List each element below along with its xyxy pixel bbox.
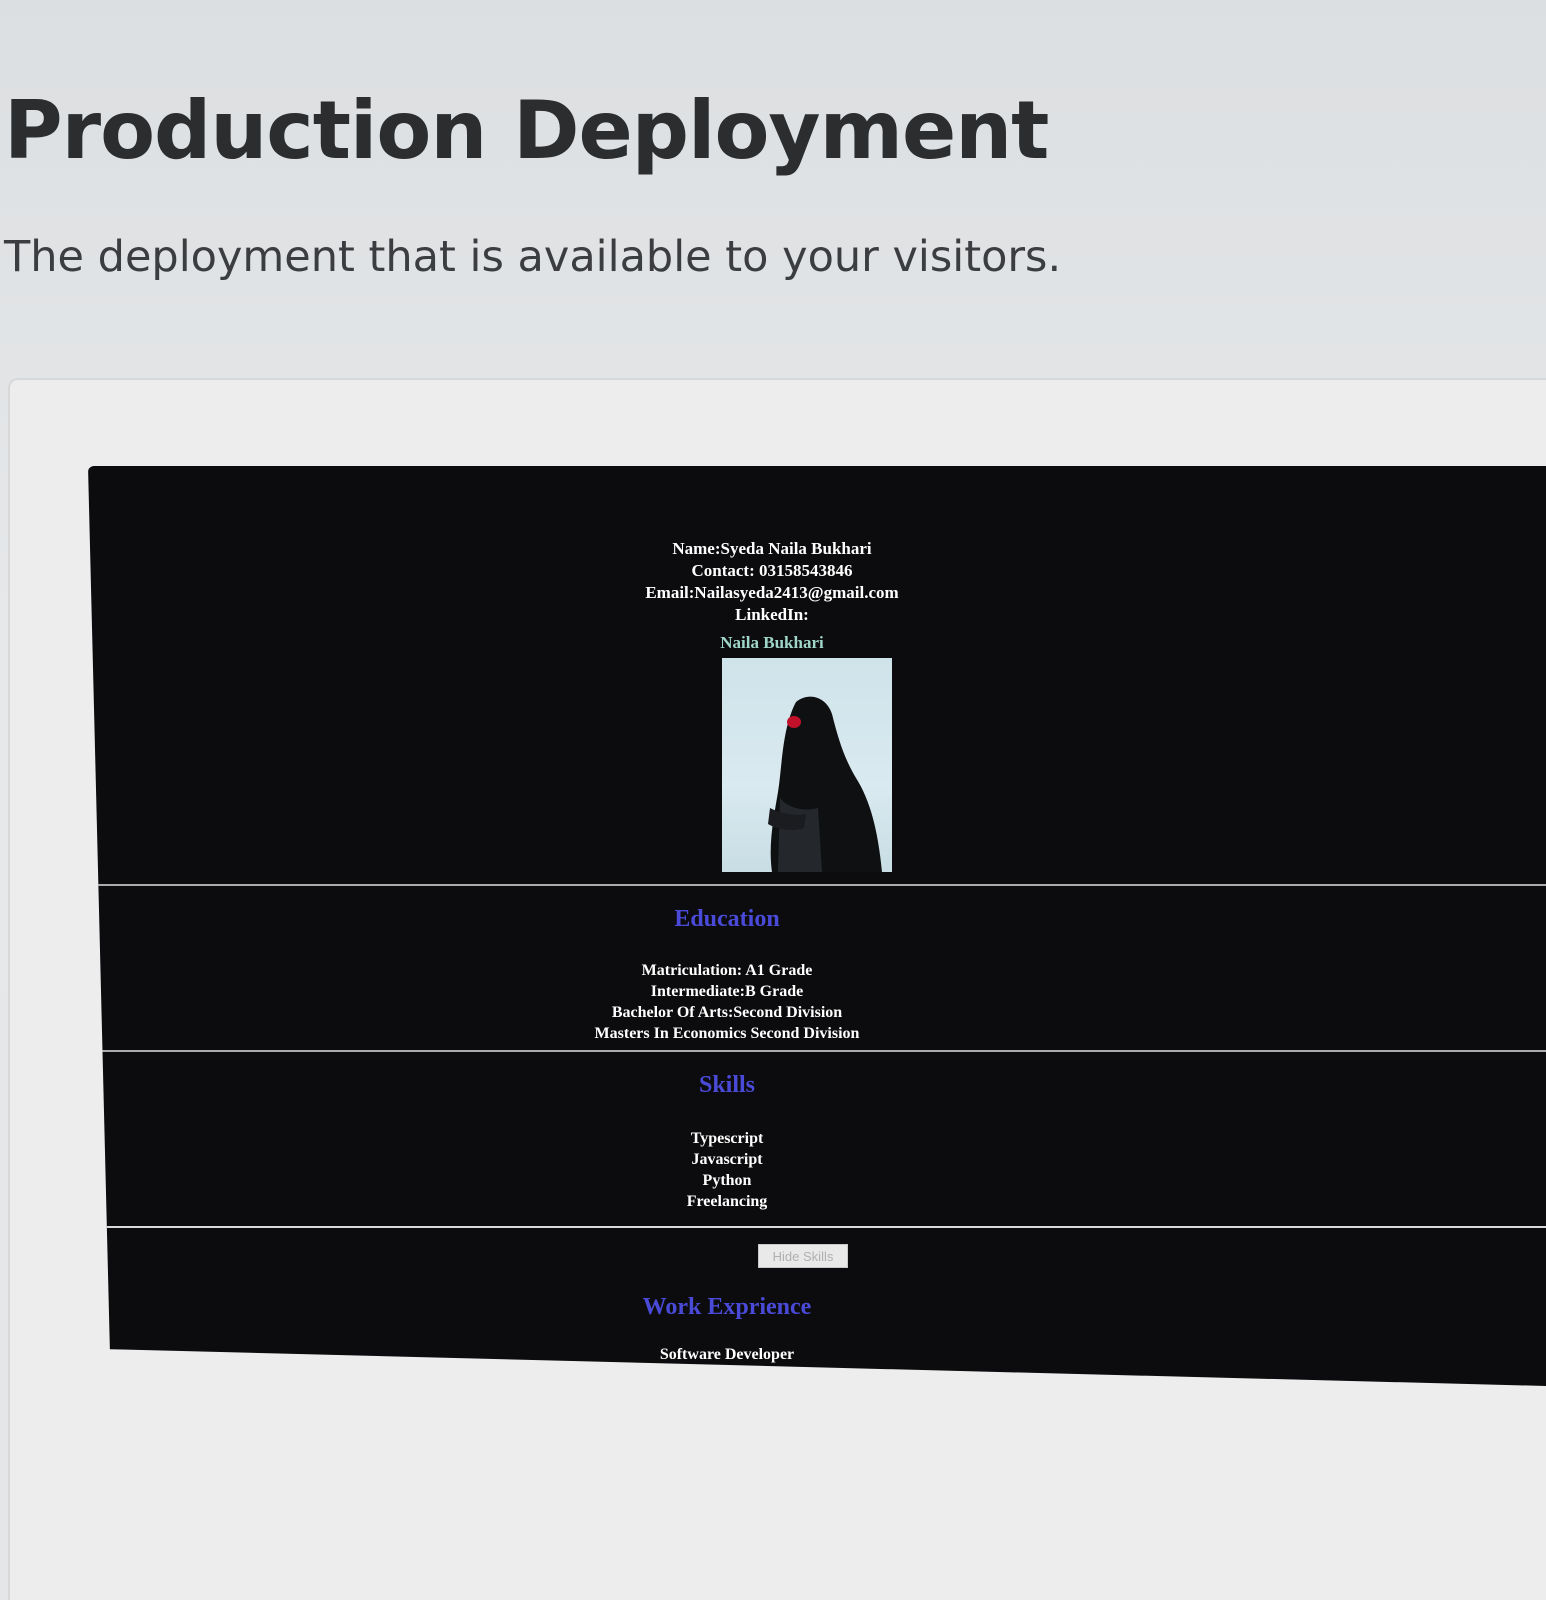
profile-email: Email:Nailasyeda2413@gmail.com	[645, 583, 899, 602]
page-title: Production Deployment	[4, 84, 1049, 177]
skill-item: Python	[702, 1172, 752, 1189]
linkedin-link[interactable]: Naila Bukhari	[88, 632, 1546, 654]
skill-item: Freelancing	[686, 1193, 768, 1210]
profile-section: Name:Syeda Naila Bukhari Contact: 031585…	[88, 538, 1546, 654]
skill-item: Typescript	[690, 1130, 764, 1147]
profile-name: Name:Syeda Naila Bukhari	[672, 539, 872, 558]
education-item: Intermediate:B Grade	[650, 983, 804, 1000]
profile-photo	[722, 658, 892, 872]
skills-title: Skills	[698, 1072, 756, 1098]
education-list: Matriculation: A1 Grade Intermediate:B G…	[88, 960, 1456, 1044]
education-title: Education	[674, 906, 780, 932]
skill-item: Javascript	[691, 1151, 763, 1168]
divider	[88, 884, 1546, 886]
deployment-page: Production Deployment The deployment tha…	[0, 0, 1546, 1600]
education-item: Matriculation: A1 Grade	[641, 962, 813, 979]
divider	[88, 1226, 1546, 1228]
divider	[88, 1050, 1546, 1052]
skills-list: Typescript Javascript Python Freelancing	[88, 1128, 1456, 1212]
profile-linkedin-label: LinkedIn:	[735, 605, 809, 624]
page-subtitle: The deployment that is available to your…	[4, 232, 1062, 282]
toggle-skills-button[interactable]: Hide Skills	[758, 1244, 848, 1268]
deployment-screenshot[interactable]: Name:Syeda Naila Bukhari Contact: 031585…	[88, 466, 1546, 1386]
work-experience-title: Work Exprience	[642, 1294, 812, 1320]
profile-contact: Contact: 03158543846	[691, 561, 853, 580]
education-item: Masters In Economics Second Division	[594, 1025, 860, 1042]
education-item: Bachelor Of Arts:Second Division	[611, 1004, 843, 1021]
profile-photo-image	[768, 696, 882, 872]
